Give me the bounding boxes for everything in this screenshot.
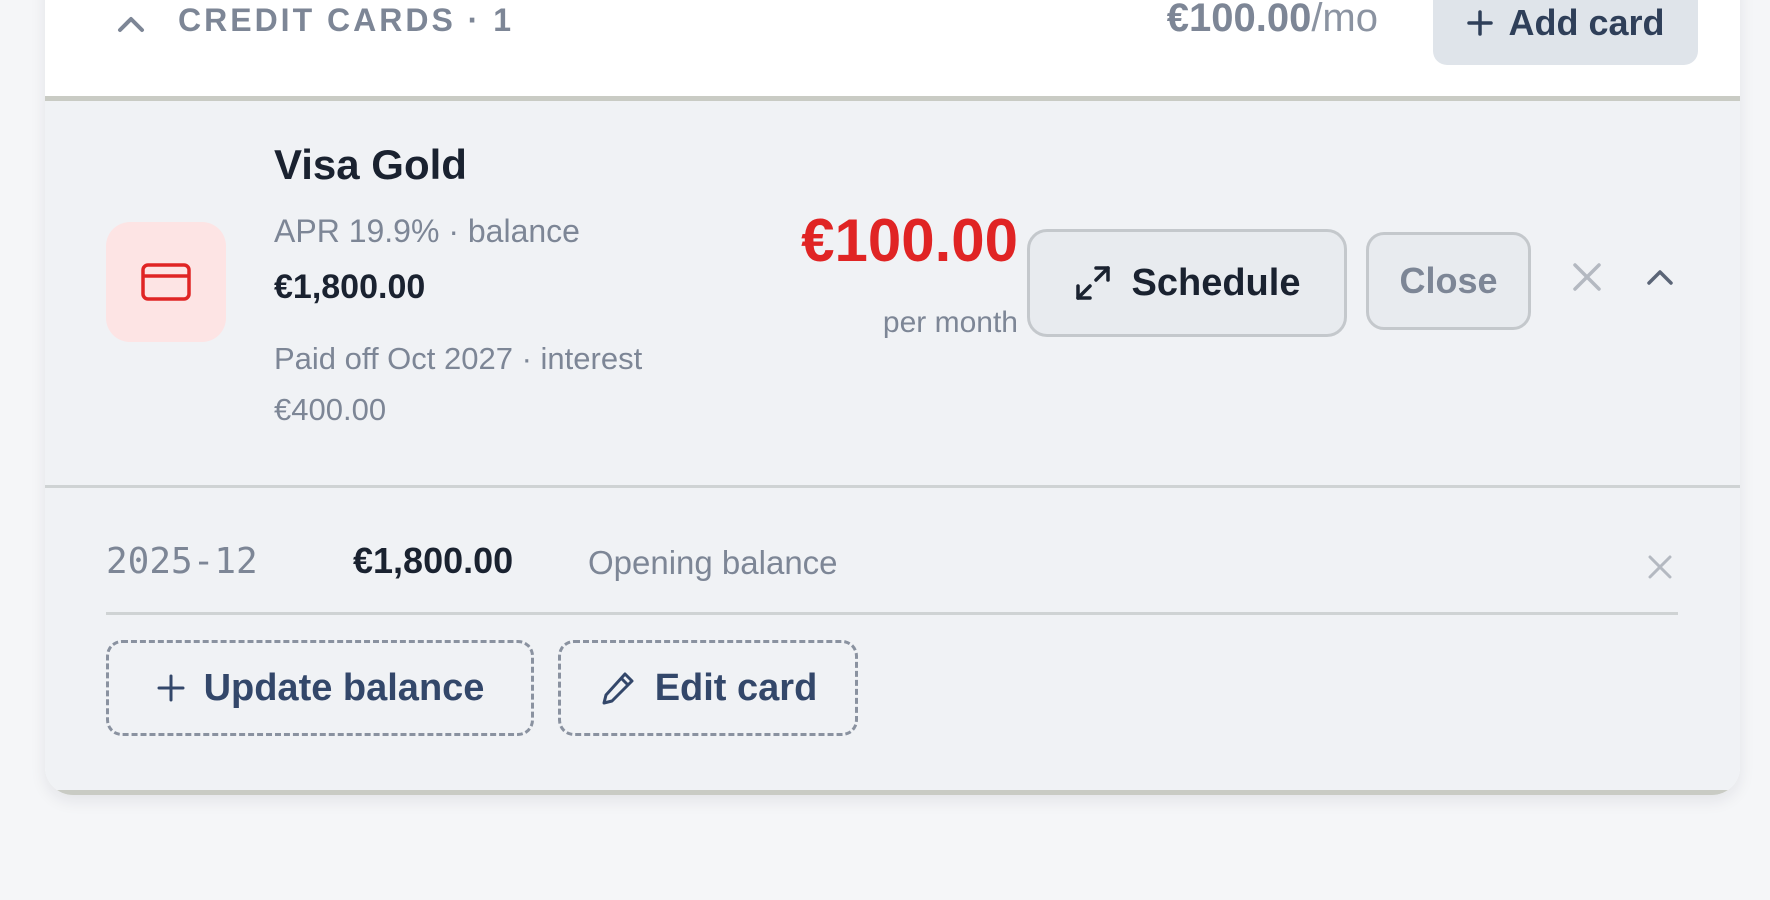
section-title: CREDIT CARDS · 1 xyxy=(178,2,515,38)
section-total: €100.00/mo xyxy=(1167,0,1378,41)
section-header: CREDIT CARDS · 1 €100.00/mo Add card xyxy=(45,0,1740,100)
update-balance-button[interactable]: Update balance xyxy=(106,640,534,736)
card-payoff: Paid off Oct 2027 · interest €400.00 xyxy=(274,341,643,427)
credit-card-icon xyxy=(106,222,226,342)
per-month-label: per month xyxy=(882,306,1018,339)
pencil-icon xyxy=(602,672,634,705)
close-icon[interactable] xyxy=(1567,257,1607,297)
edit-card-label: Edit card xyxy=(654,666,818,709)
history-divider xyxy=(106,612,1678,615)
card-row: Visa Gold APR 19.9% · balance €1,800.00 … xyxy=(45,101,1740,485)
schedule-button[interactable]: Schedule xyxy=(1027,229,1347,337)
edit-card-button[interactable]: Edit card xyxy=(558,640,858,736)
close-card-button[interactable]: Close xyxy=(1366,232,1531,330)
schedule-label: Schedule xyxy=(1131,261,1301,304)
add-card-button[interactable]: Add card xyxy=(1433,0,1698,65)
section-total-suffix: /mo xyxy=(1311,0,1378,40)
panel-bottom-border xyxy=(45,790,1740,795)
plus-icon xyxy=(157,674,185,702)
expand-icon xyxy=(1075,266,1110,300)
close-icon[interactable] xyxy=(1643,550,1677,584)
card-name: Visa Gold xyxy=(274,141,467,188)
update-balance-label: Update balance xyxy=(203,666,485,709)
plus-icon xyxy=(1467,9,1494,36)
history-date: 2025-12 xyxy=(106,541,258,582)
credit-cards-panel: CREDIT CARDS · 1 €100.00/mo Add card Vis… xyxy=(45,0,1740,795)
history-label: Opening balance xyxy=(588,544,838,581)
section-total-amount: €100.00 xyxy=(1166,0,1312,40)
card-balance: €1,800.00 xyxy=(274,268,426,306)
balance-history: 2025-12 €1,800.00 Opening balance Update… xyxy=(45,488,1740,795)
history-amount: €1,800.00 xyxy=(353,540,514,581)
add-card-label: Add card xyxy=(1508,1,1665,43)
monthly-payment: €100.00 xyxy=(801,207,1018,274)
card-meta: APR 19.9% · balance xyxy=(274,213,580,249)
chevron-up-icon[interactable] xyxy=(111,4,151,44)
chevron-up-icon[interactable] xyxy=(1640,257,1680,297)
